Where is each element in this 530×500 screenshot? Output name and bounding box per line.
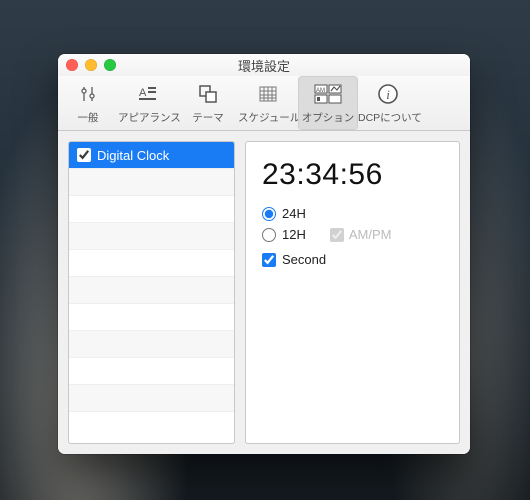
option-ampm: AM/PM	[330, 227, 392, 242]
radio-12h-label: 12H	[282, 227, 306, 242]
toolbar-tab-general[interactable]: 一般	[58, 76, 118, 130]
option-12h[interactable]: 12H	[262, 227, 306, 242]
toolbar-tab-options[interactable]: AM オプション	[298, 76, 358, 130]
toolbar-tab-appearance[interactable]: A アピアランス	[118, 76, 178, 130]
toolbar-tab-label: テーマ	[178, 110, 238, 125]
calendar-icon	[238, 80, 298, 108]
zoom-button[interactable]	[104, 59, 116, 71]
theme-icon	[178, 80, 238, 108]
sliders-icon	[58, 80, 118, 108]
window-controls	[66, 59, 116, 71]
list-item[interactable]	[69, 196, 234, 223]
toolbar-tab-schedule[interactable]: スケジュール	[238, 76, 298, 130]
option-12h-row: 12H AM/PM	[262, 227, 443, 242]
close-button[interactable]	[66, 59, 78, 71]
checkbox-second[interactable]	[262, 253, 276, 267]
window-titlebar[interactable]: 環境設定	[58, 54, 470, 76]
svg-text:AM: AM	[316, 88, 325, 94]
list-item[interactable]	[69, 331, 234, 358]
list-item[interactable]: Digital Clock	[69, 142, 234, 169]
radio-24h[interactable]	[262, 207, 276, 221]
font-icon: A	[118, 80, 178, 108]
preferences-window: 環境設定 一般 A	[58, 54, 470, 454]
list-item[interactable]	[69, 277, 234, 304]
desktop-wallpaper: 環境設定 一般 A	[0, 0, 530, 500]
minimize-button[interactable]	[85, 59, 97, 71]
radio-12h[interactable]	[262, 228, 276, 242]
module-options-panel: 23:34:56 24H 12H AM/PM	[245, 141, 460, 444]
toolbar-tab-label: 一般	[58, 110, 118, 125]
options-icon: AM	[298, 80, 358, 108]
module-list: Digital Clock	[68, 141, 235, 444]
clock-preview: 23:34:56	[262, 158, 443, 192]
list-item[interactable]	[69, 250, 234, 277]
radio-24h-label: 24H	[282, 206, 306, 221]
toolbar-tab-label: アピアランス	[118, 110, 178, 125]
toolbar-tab-label: スケジュール	[238, 110, 298, 125]
list-item[interactable]	[69, 169, 234, 196]
list-item[interactable]	[69, 358, 234, 385]
module-label: Digital Clock	[97, 148, 169, 163]
info-icon: i	[358, 80, 418, 108]
window-title: 環境設定	[58, 56, 470, 75]
list-item[interactable]	[69, 304, 234, 331]
module-enable-checkbox[interactable]	[77, 148, 91, 162]
checkbox-ampm-label: AM/PM	[349, 227, 392, 242]
checkbox-second-label: Second	[282, 252, 326, 267]
toolbar-tab-theme[interactable]: テーマ	[178, 76, 238, 130]
option-24h[interactable]: 24H	[262, 206, 443, 221]
toolbar-tab-about[interactable]: i DCPについて	[358, 76, 418, 130]
svg-text:i: i	[386, 87, 390, 102]
toolbar-tab-label: オプション	[298, 110, 358, 125]
list-item[interactable]	[69, 412, 234, 443]
option-second[interactable]: Second	[262, 252, 443, 267]
list-item[interactable]	[69, 385, 234, 412]
svg-text:A: A	[139, 87, 147, 99]
checkbox-ampm	[330, 228, 344, 242]
preferences-body: Digital Clock 23:34:56 24H	[58, 131, 470, 454]
preferences-toolbar: 一般 A アピアランス	[58, 76, 470, 131]
list-item[interactable]	[69, 223, 234, 250]
toolbar-tab-label: DCPについて	[358, 110, 418, 125]
